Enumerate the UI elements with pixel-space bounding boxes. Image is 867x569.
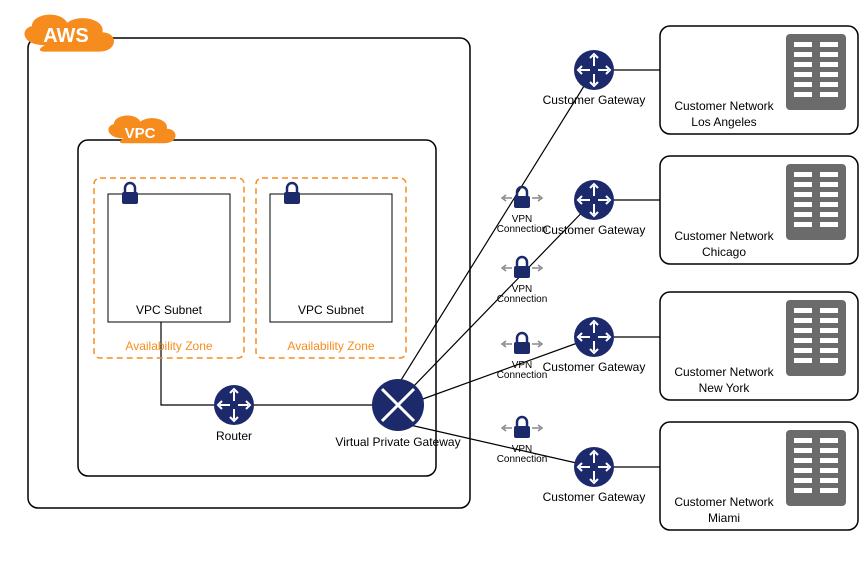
vpn-connection-1: VPN Connection — [497, 187, 548, 235]
svg-text:Los Angeles: Los Angeles — [691, 115, 756, 129]
svg-text:Customer Network: Customer Network — [674, 365, 774, 379]
svg-text:Connection: Connection — [497, 294, 548, 305]
svg-text:Customer Network: Customer Network — [674, 495, 774, 509]
svg-text:Chicago: Chicago — [702, 245, 746, 259]
svg-text:Customer Gateway: Customer Gateway — [543, 360, 646, 374]
vpn-icon — [502, 333, 542, 354]
svg-text:Customer Gateway: Customer Gateway — [543, 223, 646, 237]
svg-text:Router: Router — [216, 429, 252, 443]
aws-vpc-diagram: AWS VPC Availability Zone VPC Subnet Ava… — [0, 0, 867, 569]
svg-text:Customer Network: Customer Network — [674, 99, 774, 113]
router-icon — [214, 385, 254, 425]
aws-label: AWS — [43, 25, 89, 47]
vpn-icon — [502, 417, 542, 438]
customer-network-4: Customer Network Miami — [660, 422, 858, 530]
vpn-icon — [502, 187, 542, 208]
subnet-label: VPC Subnet — [136, 303, 203, 317]
svg-text:Customer Gateway: Customer Gateway — [543, 93, 646, 107]
svg-text:Connection: Connection — [497, 370, 548, 381]
svg-text:Connection: Connection — [497, 454, 548, 465]
customer-network-1: Customer Network Los Angeles — [660, 26, 858, 134]
virtual-private-gateway: Virtual Private Gateway — [335, 379, 460, 449]
customer-gateway-1: Customer Gateway — [543, 50, 646, 107]
availability-zone-1: Availability Zone VPC Subnet — [94, 178, 244, 358]
svg-text:Availability Zone: Availability Zone — [287, 339, 374, 353]
lock-icon — [122, 183, 138, 204]
gateway-icon — [574, 50, 614, 90]
server-rack-icon — [786, 430, 846, 506]
lock-icon — [284, 183, 300, 204]
svg-text:Availability Zone: Availability Zone — [125, 339, 212, 353]
gateway-icon — [574, 317, 614, 357]
gateway-icon — [574, 447, 614, 487]
server-rack-icon — [786, 300, 846, 376]
vpn-connection-4: VPN Connection — [497, 417, 548, 465]
svg-text:Customer Network: Customer Network — [674, 229, 774, 243]
customer-network-2: Customer Network Chicago — [660, 156, 858, 264]
vpg-icon — [372, 379, 424, 431]
gateway-icon — [574, 180, 614, 220]
svg-text:New York: New York — [699, 381, 751, 395]
subnet-label: VPC Subnet — [298, 303, 365, 317]
svg-text:Connection: Connection — [497, 224, 548, 235]
svg-text:Miami: Miami — [708, 511, 740, 525]
customer-gateway-4: Customer Gateway — [543, 447, 646, 504]
svg-text:Customer Gateway: Customer Gateway — [543, 490, 646, 504]
customer-gateway-3: Customer Gateway — [543, 317, 646, 374]
router: Router — [214, 385, 254, 443]
customer-gateway-2: Customer Gateway — [543, 180, 646, 237]
customer-network-3: Customer Network New York — [660, 292, 858, 400]
server-rack-icon — [786, 34, 846, 110]
svg-text:Virtual Private Gateway: Virtual Private Gateway — [335, 435, 460, 449]
vpc-label: VPC — [125, 125, 156, 142]
vpn-connection-2: VPN Connection — [497, 257, 548, 305]
server-rack-icon — [786, 164, 846, 240]
availability-zone-2: Availability Zone VPC Subnet — [256, 178, 406, 358]
